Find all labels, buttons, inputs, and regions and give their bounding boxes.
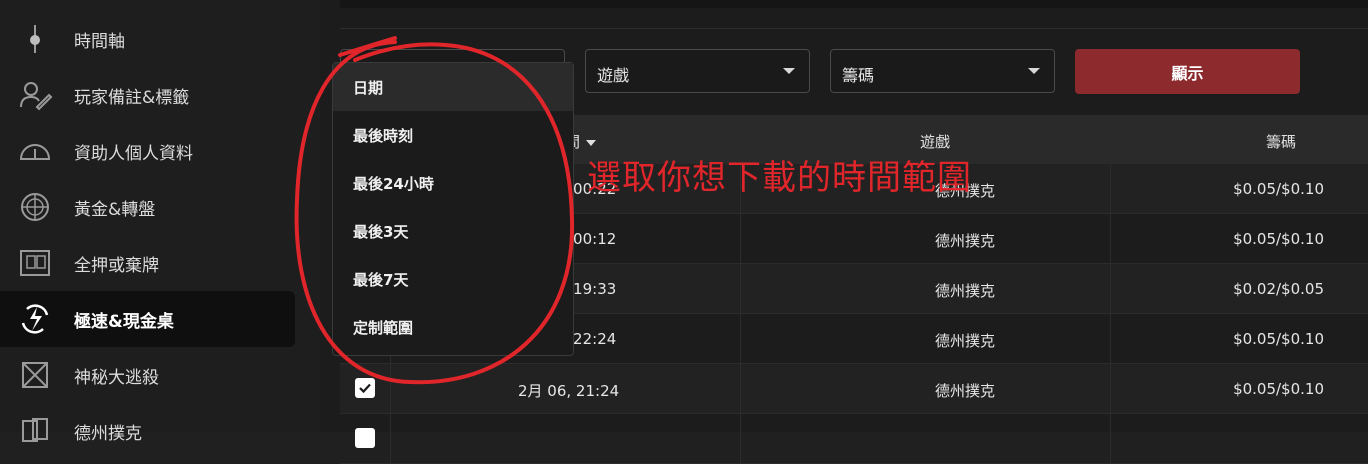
top-bar <box>340 0 1368 8</box>
sidebar-item-rush-cash[interactable]: 極速&現金桌 <box>0 291 295 347</box>
column-divider <box>1110 164 1111 213</box>
column-divider <box>1110 314 1111 363</box>
sidebar-item-mystery-battle[interactable]: 神秘大逃殺 <box>0 347 295 403</box>
dropdown-option-last-7-days[interactable]: 最後7天 <box>333 255 573 303</box>
dropdown-option-custom-range[interactable]: 定制範圍 <box>333 303 573 351</box>
dropdown-option-label: 最後時刻 <box>353 127 414 145</box>
checkmark-icon <box>359 383 371 394</box>
sidebar-item-label: 黃金&轉盤 <box>74 199 156 220</box>
row-stakes: $0.02/$0.05 <box>1233 280 1324 298</box>
row-date: :00:12 <box>568 230 617 248</box>
annotation-text: 選取你想下載的時間範圍 <box>587 158 972 198</box>
date-range-dropdown: 日期 最後時刻 最後24小時 最後3天 最後7天 定制範圍 <box>332 62 574 356</box>
dropdown-option-last-moment[interactable]: 最後時刻 <box>333 111 573 159</box>
row-date: :19:33 <box>568 280 617 298</box>
sidebar-item-label: 極速&現金桌 <box>74 311 174 332</box>
chevron-down-icon <box>783 68 795 74</box>
table-row[interactable] <box>340 414 1368 464</box>
column-divider <box>390 414 391 463</box>
column-divider <box>740 414 741 463</box>
column-divider <box>740 214 741 263</box>
timeline-icon <box>16 20 54 58</box>
column-divider <box>1110 214 1111 263</box>
sidebar-item-label: 全押或棄牌 <box>74 255 159 276</box>
speedometer-icon <box>16 132 54 170</box>
sidebar-item-label: 神秘大逃殺 <box>74 367 159 388</box>
sidebar-item-label: 時間軸 <box>74 31 125 52</box>
rush-cash-icon <box>16 300 54 338</box>
row-checkbox[interactable] <box>355 378 375 398</box>
column-divider <box>740 314 741 363</box>
column-divider <box>1110 264 1111 313</box>
row-stakes: $0.05/$0.10 <box>1233 380 1324 398</box>
mystery-battle-icon <box>16 356 54 394</box>
dropdown-option-label: 定制範圍 <box>353 319 414 337</box>
chevron-down-icon <box>1028 68 1040 74</box>
column-divider <box>740 264 741 313</box>
sidebar-item-backer-profile[interactable]: 資助人個人資料 <box>0 123 295 179</box>
dropdown-option-label: 最後24小時 <box>353 175 434 193</box>
column-divider <box>1110 364 1111 413</box>
sidebar-item-label: 資助人個人資料 <box>74 143 193 164</box>
player-notes-icon <box>16 76 54 114</box>
row-game: 德州撲克 <box>934 332 995 350</box>
allin-fold-icon <box>16 244 54 282</box>
cards-icon <box>16 412 54 450</box>
sidebar-item-allin-fold[interactable]: 全押或棄牌 <box>0 235 295 291</box>
stakes-select[interactable]: 籌碼 <box>830 49 1055 93</box>
row-stakes: $0.05/$0.10 <box>1233 230 1324 248</box>
row-game: 德州撲克 <box>934 282 995 300</box>
sidebar-item-label: 玩家備註&標籤 <box>74 87 190 108</box>
sidebar-item-player-notes[interactable]: 玩家備註&標籤 <box>0 67 295 123</box>
game-select[interactable]: 遊戲 <box>585 49 810 93</box>
column-header-game: 遊戲 <box>920 133 951 151</box>
sidebar-item-timeline[interactable]: 時間軸 <box>0 11 295 67</box>
game-select-value: 遊戲 <box>597 66 630 85</box>
sidebar-item-gold-wheel[interactable]: 黃金&轉盤 <box>0 179 295 235</box>
show-button[interactable]: 顯示 <box>1075 49 1300 94</box>
row-stakes: $0.05/$0.10 <box>1233 330 1324 348</box>
sidebar-item-label: 德州撲克 <box>74 423 142 444</box>
row-stakes: $0.05/$0.10 <box>1233 180 1324 198</box>
wheel-icon <box>16 188 54 226</box>
row-checkbox[interactable] <box>355 428 375 448</box>
dropdown-option-label: 最後7天 <box>353 271 409 289</box>
dropdown-option-label: 最後3天 <box>353 223 409 241</box>
column-divider <box>390 364 391 413</box>
dropdown-option-last-24h[interactable]: 最後24小時 <box>333 159 573 207</box>
row-game: 德州撲克 <box>934 232 995 250</box>
column-divider <box>740 364 741 413</box>
dropdown-option-last-3-days[interactable]: 最後3天 <box>333 207 573 255</box>
sidebar: 時間軸 玩家備註&標籤 資助人個人資料 黃金&轉盤 全押或棄牌 極速&現金桌 神… <box>0 0 320 444</box>
column-header-stakes: 籌碼 <box>1266 133 1297 151</box>
divider <box>340 28 1368 29</box>
row-game: 德州撲克 <box>934 382 995 400</box>
sidebar-item-holdem[interactable]: 德州撲克 <box>0 403 295 459</box>
dropdown-option-date[interactable]: 日期 <box>333 63 573 111</box>
row-date: 2月 06, 21:24 <box>518 382 620 400</box>
table-row[interactable]: 2月 06, 21:24 德州撲克 $0.05/$0.10 <box>340 364 1368 414</box>
stakes-select-value: 籌碼 <box>842 66 875 85</box>
column-divider <box>1110 414 1111 463</box>
sort-desc-icon <box>586 139 597 146</box>
dropdown-option-label: 日期 <box>353 79 384 97</box>
row-date: :22:24 <box>568 330 617 348</box>
